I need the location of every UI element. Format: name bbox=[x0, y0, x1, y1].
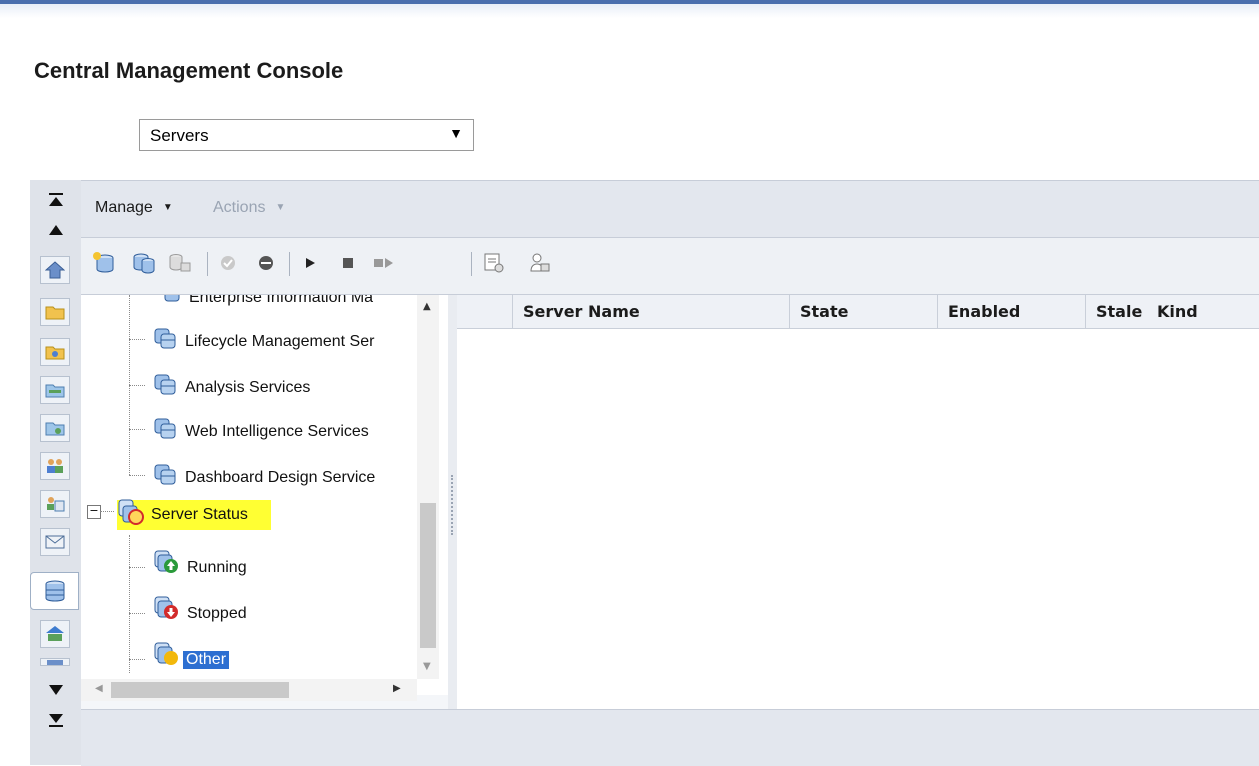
section-select-arrow[interactable]: ▼ bbox=[449, 125, 463, 141]
properties-icon[interactable] bbox=[481, 250, 507, 276]
column-header-enabled[interactable]: Enabled bbox=[937, 295, 1085, 328]
move-server-icon[interactable] bbox=[167, 250, 193, 276]
scroll-down-icon[interactable] bbox=[44, 680, 68, 700]
start-icon[interactable] bbox=[297, 250, 323, 276]
column-label: Stale bbox=[1096, 302, 1143, 321]
access-levels-icon[interactable] bbox=[40, 490, 70, 518]
personal-folders-icon[interactable] bbox=[40, 338, 70, 366]
server-icon bbox=[161, 295, 183, 310]
tree-connector bbox=[129, 613, 145, 614]
server-icon bbox=[153, 327, 179, 356]
restart-icon[interactable] bbox=[371, 250, 397, 276]
tree-item-label: Lifecycle Management Ser bbox=[185, 333, 375, 350]
tree-connector bbox=[129, 339, 145, 340]
inbox-icon[interactable] bbox=[40, 528, 70, 556]
stopped-icon bbox=[153, 595, 181, 626]
server-icon bbox=[153, 417, 179, 446]
manage-menu[interactable]: Manage ▼ bbox=[95, 199, 173, 217]
actions-menu-label: Actions bbox=[213, 199, 266, 216]
tree-item-label: Stopped bbox=[187, 605, 247, 622]
categories-icon[interactable] bbox=[40, 376, 70, 404]
main-panel: Manage ▼ Actions ▼ Enterprise Informatio… bbox=[81, 180, 1259, 766]
left-nav-bar bbox=[30, 180, 82, 765]
enable-icon[interactable] bbox=[215, 250, 241, 276]
column-header-kind[interactable]: Kind bbox=[1157, 295, 1259, 328]
toolbar-separator bbox=[471, 252, 472, 276]
tree-connector bbox=[129, 429, 145, 430]
status-footer bbox=[81, 709, 1259, 766]
tree-item-label: Web Intelligence Services bbox=[185, 423, 369, 440]
toolbar-separator bbox=[207, 252, 208, 276]
server-icon bbox=[153, 373, 179, 402]
column-label: Server Name bbox=[523, 302, 640, 321]
collapse-toggle[interactable]: − bbox=[87, 505, 101, 519]
tree-horizontal-scrollbar[interactable]: ◀ ▶ bbox=[81, 679, 417, 701]
actions-caret-icon: ▼ bbox=[275, 202, 286, 213]
toolbar-separator bbox=[289, 252, 290, 276]
column-header-server-name[interactable]: Server Name bbox=[512, 295, 789, 328]
grid-header: Server Name State Enabled Stale Kind bbox=[457, 295, 1259, 329]
tree-connector bbox=[100, 511, 114, 512]
column-label: Kind bbox=[1157, 302, 1198, 321]
section-select-value: Servers bbox=[150, 126, 209, 145]
manage-caret-icon: ▼ bbox=[162, 202, 173, 213]
page-title: Central Management Console bbox=[34, 58, 344, 83]
server-status-icon bbox=[117, 498, 147, 533]
scroll-right-arrow[interactable]: ▶ bbox=[393, 683, 401, 694]
tree-item-label-selected: Other bbox=[183, 651, 230, 669]
scroll-left-arrow[interactable]: ◀ bbox=[95, 683, 103, 694]
tree-vertical-scrollbar[interactable]: ▲ ▼ bbox=[417, 295, 439, 679]
new-server-icon[interactable] bbox=[91, 250, 117, 276]
tree-item-label: Dashboard Design Service bbox=[185, 469, 376, 486]
column-header[interactable] bbox=[457, 295, 512, 328]
tree-item-label: Running bbox=[187, 559, 247, 576]
column-header-state[interactable]: State bbox=[789, 295, 937, 328]
tree-connector bbox=[129, 475, 145, 476]
tree-item-label: Server Status bbox=[151, 506, 248, 523]
column-label: State bbox=[800, 302, 849, 321]
clone-server-icon[interactable] bbox=[131, 250, 157, 276]
servers-grid: Server Name State Enabled Stale Kind bbox=[457, 295, 1259, 709]
toolbar bbox=[81, 238, 1259, 295]
top-gradient bbox=[0, 4, 1259, 18]
home-icon[interactable] bbox=[40, 256, 70, 284]
scroll-down-arrow[interactable]: ▼ bbox=[423, 661, 431, 672]
other-status-icon bbox=[153, 641, 181, 672]
partial-nav-icon[interactable] bbox=[40, 658, 70, 666]
disable-icon[interactable] bbox=[253, 250, 279, 276]
scroll-first-icon[interactable] bbox=[44, 190, 68, 210]
user-settings-icon[interactable] bbox=[527, 250, 553, 276]
tree-connector bbox=[129, 385, 145, 386]
manage-menu-label: Manage bbox=[95, 199, 153, 216]
users-groups-icon[interactable] bbox=[40, 452, 70, 480]
server-tree: Enterprise Information Ma Lifecycle Mana… bbox=[81, 295, 449, 695]
tree-item-label: Enterprise Information Ma bbox=[189, 295, 374, 306]
server-groups-icon[interactable] bbox=[40, 620, 70, 648]
menu-bar: Manage ▼ Actions ▼ bbox=[81, 180, 1259, 238]
tree-connector bbox=[129, 535, 130, 673]
scroll-up-arrow[interactable]: ▲ bbox=[423, 301, 431, 312]
tree-item-server-status[interactable]: Server Status bbox=[117, 498, 271, 533]
section-select[interactable]: Servers ▼ bbox=[139, 119, 474, 151]
running-icon bbox=[153, 549, 181, 580]
column-header-stale[interactable]: Stale bbox=[1085, 295, 1157, 328]
scroll-last-icon[interactable] bbox=[44, 710, 68, 730]
tree-connector bbox=[129, 567, 145, 568]
scroll-up-icon[interactable] bbox=[44, 220, 68, 240]
tree-item-label: Analysis Services bbox=[185, 379, 311, 396]
stop-icon[interactable] bbox=[335, 250, 361, 276]
personal-categories-icon[interactable] bbox=[40, 414, 70, 442]
actions-menu[interactable]: Actions ▼ bbox=[213, 199, 285, 217]
server-icon bbox=[153, 463, 179, 492]
folders-icon[interactable] bbox=[40, 298, 70, 326]
servers-icon[interactable] bbox=[30, 572, 79, 610]
column-label: Enabled bbox=[948, 302, 1021, 321]
tree-connector bbox=[129, 659, 145, 660]
splitter-grip-icon[interactable] bbox=[451, 475, 455, 535]
scroll-thumb[interactable] bbox=[420, 503, 436, 648]
scroll-thumb[interactable] bbox=[111, 682, 289, 698]
